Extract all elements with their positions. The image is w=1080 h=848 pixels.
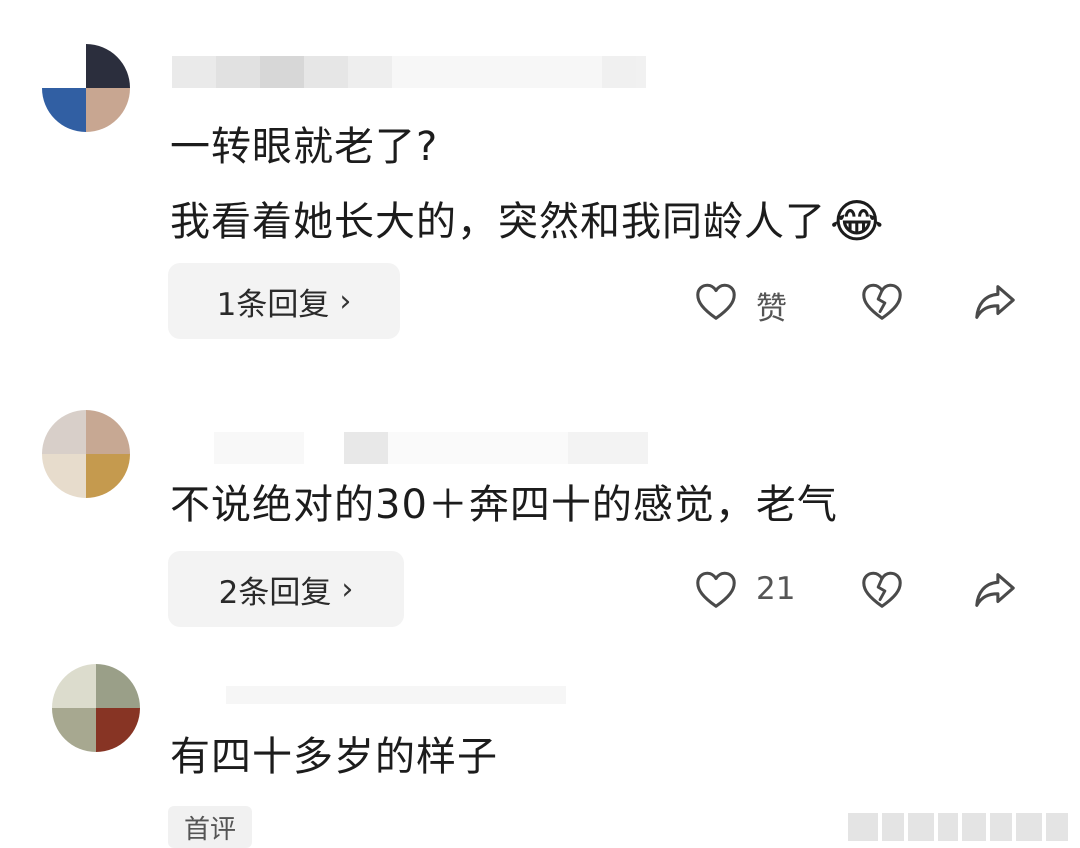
watermark	[848, 813, 1068, 841]
comment-line: 有四十多岁的样子	[170, 734, 498, 780]
comment-item: 有四十多岁的样子 首评	[0, 0, 1080, 848]
first-comment-tag: 首评	[168, 806, 252, 848]
avatar[interactable]	[52, 664, 140, 752]
username-blurred[interactable]	[226, 686, 566, 704]
comment-text: 有四十多岁的样子	[170, 720, 498, 794]
